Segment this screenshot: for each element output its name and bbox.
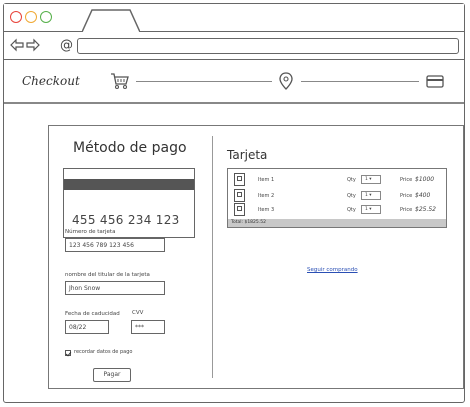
checkout-progress: Checkout bbox=[4, 60, 464, 102]
credit-card-icon[interactable] bbox=[424, 70, 446, 92]
browser-tab[interactable] bbox=[82, 8, 140, 32]
minimize-button[interactable] bbox=[25, 11, 37, 23]
card-number-field[interactable]: 123 456 789 123 456 bbox=[65, 238, 165, 252]
item-name: Item 1 bbox=[258, 177, 275, 183]
item-price: $25.52 bbox=[415, 206, 436, 213]
back-arrow-icon[interactable] bbox=[10, 38, 24, 52]
cvv-field[interactable]: *** bbox=[131, 320, 165, 334]
cart-total: Total: $1825.52 bbox=[228, 219, 446, 227]
list-item: Item 3 Qty 1 ▾ Price $25.52 bbox=[228, 203, 446, 219]
qty-select[interactable]: 1 ▾ bbox=[361, 191, 381, 200]
item-price: $400 bbox=[415, 192, 431, 199]
cart-items: Item 1 Qty 1 ▾ Price $1000 Item 2 Qty 1 … bbox=[227, 168, 447, 228]
list-item: Item 1 Qty 1 ▾ Price $1000 bbox=[228, 173, 446, 189]
remember-payment-label: recordar datos de pago bbox=[74, 349, 133, 355]
address-prefix-icon: @ bbox=[60, 38, 73, 53]
location-pin-icon[interactable] bbox=[275, 70, 297, 92]
expiry-label: Fecha de caducidad bbox=[65, 311, 120, 317]
column-divider bbox=[212, 136, 213, 378]
pay-button[interactable]: Pagar bbox=[93, 368, 131, 382]
header-divider bbox=[4, 102, 464, 104]
title-bar bbox=[4, 4, 464, 32]
price-label: Price bbox=[400, 207, 413, 213]
qty-value: 1 bbox=[365, 193, 368, 198]
card-holder-label: nombre del titular de la tarjeta bbox=[65, 272, 150, 278]
remember-payment-checkbox[interactable] bbox=[65, 350, 71, 356]
step-connector bbox=[301, 81, 419, 82]
cvv-label: CVV bbox=[132, 310, 144, 316]
price-label: Price bbox=[400, 177, 413, 183]
qty-label: Qty bbox=[347, 193, 356, 199]
card-magnetic-stripe bbox=[64, 179, 194, 190]
qty-value: 1 bbox=[365, 207, 368, 212]
qty-label: Qty bbox=[347, 207, 356, 213]
product-image-icon bbox=[234, 189, 245, 202]
credit-card-preview: 455 456 234 123 bbox=[63, 168, 195, 238]
item-name: Item 3 bbox=[258, 207, 275, 213]
close-button[interactable] bbox=[10, 11, 22, 23]
page-title: Checkout bbox=[22, 74, 80, 88]
maximize-button[interactable] bbox=[40, 11, 52, 23]
checkout-panel: Método de pago 455 456 234 123 Número de… bbox=[48, 125, 464, 389]
card-holder-field[interactable]: Jhon Snow bbox=[65, 281, 165, 295]
expiry-field[interactable]: 08/22 bbox=[65, 320, 109, 334]
card-number-label: Número de tarjeta bbox=[65, 229, 116, 235]
item-name: Item 2 bbox=[258, 193, 275, 199]
qty-select[interactable]: 1 ▾ bbox=[361, 205, 381, 214]
browser-window: @ Checkout Método de pago 455 456 234 12… bbox=[3, 3, 465, 403]
payment-method-title: Método de pago bbox=[73, 140, 187, 156]
product-image-icon bbox=[234, 203, 245, 216]
qty-value: 1 bbox=[365, 177, 368, 182]
cart-icon[interactable] bbox=[109, 70, 131, 92]
cart-title: Tarjeta bbox=[227, 148, 268, 162]
qty-select[interactable]: 1 ▾ bbox=[361, 175, 381, 184]
step-connector bbox=[136, 81, 272, 82]
qty-label: Qty bbox=[347, 177, 356, 183]
url-input[interactable] bbox=[77, 38, 459, 54]
continue-shopping-link[interactable]: Seguir comprando bbox=[307, 267, 358, 273]
address-bar: @ bbox=[4, 32, 464, 60]
price-label: Price bbox=[400, 193, 413, 199]
card-number-display: 455 456 234 123 bbox=[72, 213, 180, 227]
item-price: $1000 bbox=[415, 176, 435, 183]
product-image-icon bbox=[234, 173, 245, 186]
forward-arrow-icon[interactable] bbox=[26, 38, 40, 52]
